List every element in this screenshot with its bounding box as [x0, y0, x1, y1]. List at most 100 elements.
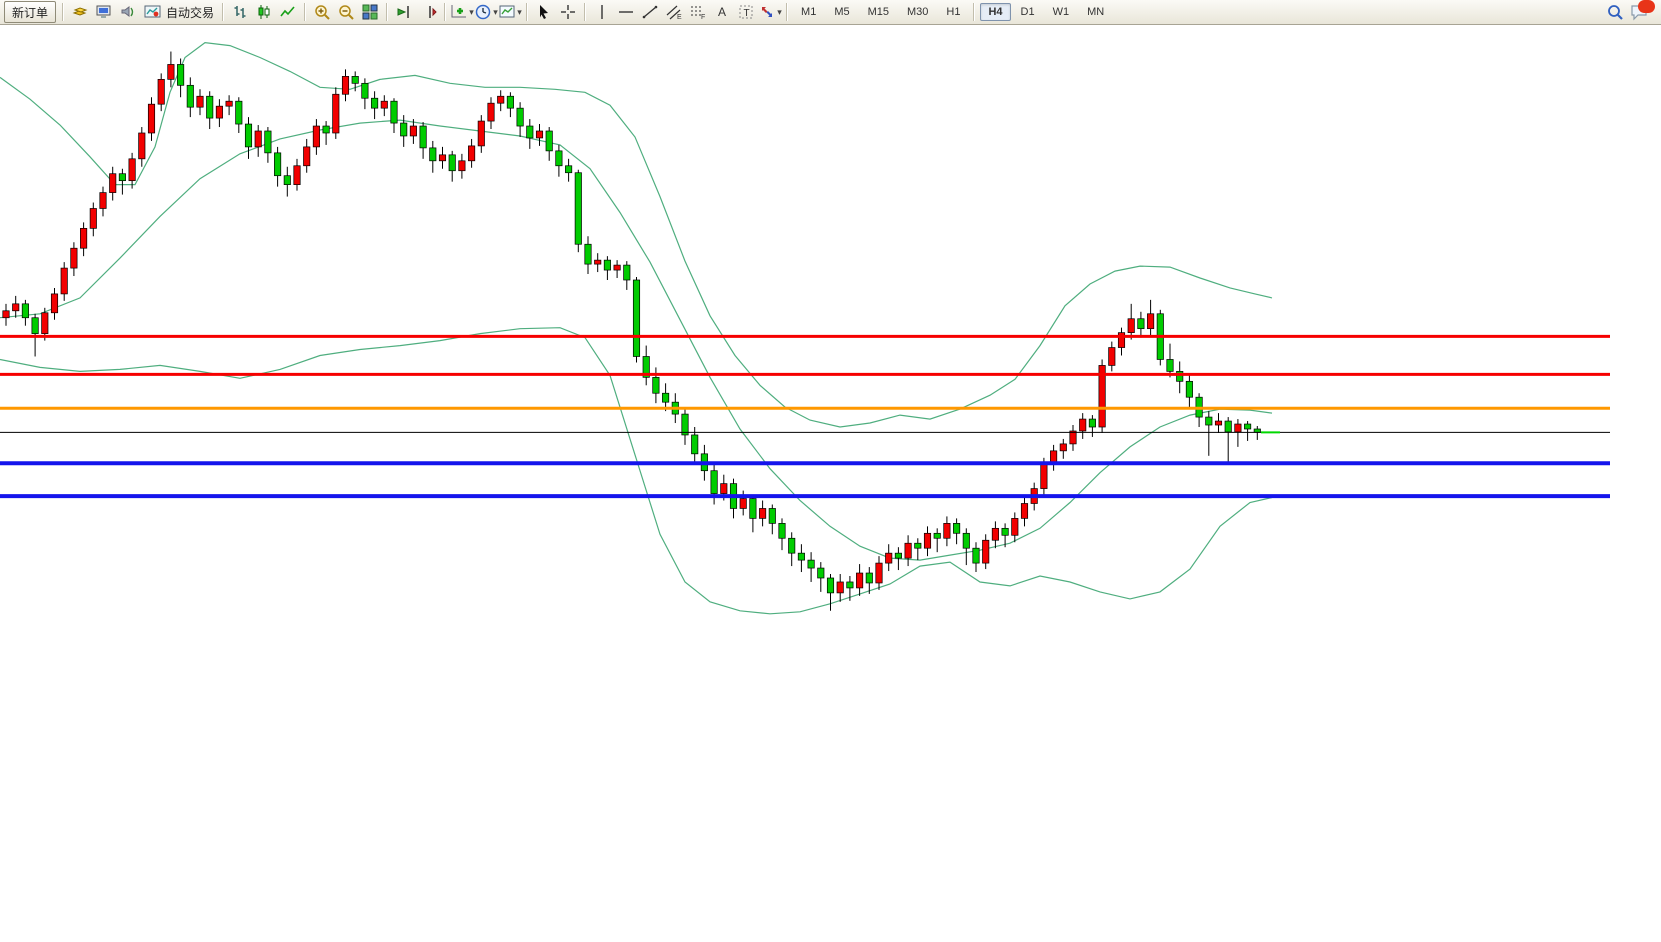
candle-body [944, 523, 950, 538]
candle-body [304, 147, 310, 166]
cursor-icon[interactable] [532, 1, 556, 23]
crosshair-icon[interactable] [556, 1, 580, 23]
arrows-icon[interactable]: ▾ [758, 1, 782, 23]
timeframe-d1[interactable]: D1 [1013, 3, 1043, 21]
timeframe-m1[interactable]: M1 [793, 3, 824, 21]
candle-body [585, 244, 591, 264]
toolbar: 新订单自动交易▾▾▾EFAT▾M1M5M15M30H1H4D1W1MN [0, 0, 1661, 25]
candle-body [662, 393, 668, 402]
search-icon[interactable] [1603, 1, 1627, 23]
candle-body [3, 311, 9, 318]
timeframe-mn[interactable]: MN [1079, 3, 1112, 21]
candle-body [624, 265, 630, 280]
candlestick-chart-icon[interactable] [252, 1, 276, 23]
candle-body [507, 96, 513, 108]
candle-body [973, 548, 979, 563]
candle-body [750, 499, 756, 519]
candle-body [789, 538, 795, 553]
candle-body [546, 131, 552, 151]
candle-body [1109, 348, 1115, 366]
timeframe-h1[interactable]: H1 [938, 3, 968, 21]
candle-body [1225, 421, 1231, 432]
candle-body [294, 166, 300, 185]
zoom-in-icon[interactable] [310, 1, 334, 23]
terminal-icon[interactable] [92, 1, 116, 23]
horizontal-line-icon[interactable] [614, 1, 638, 23]
candle-body [236, 101, 242, 124]
timeframe-w1[interactable]: W1 [1045, 3, 1078, 21]
chart-shift-icon[interactable] [416, 1, 440, 23]
bar-chart-icon[interactable] [228, 1, 252, 23]
auto-scroll-icon[interactable] [392, 1, 416, 23]
fibonacci-icon[interactable]: F [686, 1, 710, 23]
candle-body [90, 208, 96, 228]
signals-icon[interactable] [116, 1, 140, 23]
market-watch-icon[interactable] [68, 1, 92, 23]
candle-body [362, 83, 368, 98]
timeframe-m5[interactable]: M5 [826, 3, 857, 21]
candle-body [779, 523, 785, 538]
candle-body [866, 573, 872, 583]
candle-body [430, 148, 436, 161]
line-chart-icon[interactable] [276, 1, 300, 23]
candle-body [342, 76, 348, 94]
svg-text:A: A [718, 5, 726, 19]
candle-body [158, 79, 164, 104]
chat-icon[interactable] [1627, 1, 1653, 23]
timeframe-m30[interactable]: M30 [899, 3, 936, 21]
text-icon[interactable]: A [710, 1, 734, 23]
candle-body [1186, 381, 1192, 397]
main-pane [0, 26, 1610, 628]
candle-body [32, 318, 38, 334]
toolbar-right-group [1603, 1, 1653, 23]
candle-body [371, 98, 377, 108]
new-order-button[interactable]: 新订单 [4, 1, 56, 23]
candle-body [148, 104, 154, 133]
candle-body [352, 76, 358, 83]
candle-body [274, 153, 280, 176]
auto-trading-button[interactable]: 自动交易 [140, 1, 218, 23]
timeframe-h4[interactable]: H4 [980, 3, 1010, 21]
candle-body [1206, 417, 1212, 425]
candle-body [459, 161, 465, 171]
candle-body [71, 248, 77, 268]
candle-body [565, 166, 571, 173]
candle-body [1021, 503, 1027, 518]
trendline-icon[interactable] [638, 1, 662, 23]
tile-windows-icon[interactable] [358, 1, 382, 23]
candle-body [798, 553, 804, 560]
candle-body [876, 563, 882, 583]
templates-icon[interactable]: ▾ [498, 1, 522, 23]
timeframe-m15[interactable]: M15 [860, 3, 897, 21]
candle-body [769, 508, 775, 523]
candle-body [1012, 518, 1018, 535]
candle-body [323, 126, 329, 133]
vertical-line-icon[interactable] [590, 1, 614, 23]
candle-body [498, 96, 504, 103]
toolbar-separator [386, 3, 388, 21]
candle-body [255, 131, 261, 147]
candle-body [13, 304, 19, 311]
channel-icon[interactable]: E [662, 1, 686, 23]
candle-body [1138, 319, 1144, 329]
text-label-icon[interactable]: T [734, 1, 758, 23]
candle-body [226, 101, 232, 106]
zoom-out-icon[interactable] [334, 1, 358, 23]
periods-icon[interactable]: ▾ [474, 1, 498, 23]
candle-body [333, 94, 339, 133]
candle-body [110, 174, 116, 193]
toolbar-separator [973, 3, 975, 21]
candle-body [536, 131, 542, 138]
candle-body [391, 101, 397, 123]
candle-body [129, 159, 135, 181]
candle-body [614, 265, 620, 270]
candle-body [168, 64, 174, 79]
candle-body [1060, 444, 1066, 451]
candle-body [633, 280, 639, 356]
notification-badge [1638, 0, 1655, 13]
indicators-icon[interactable]: ▾ [450, 1, 474, 23]
candle-body [963, 533, 969, 548]
candle-body [818, 568, 824, 578]
toolbar-separator [304, 3, 306, 21]
candle-body [381, 101, 387, 108]
